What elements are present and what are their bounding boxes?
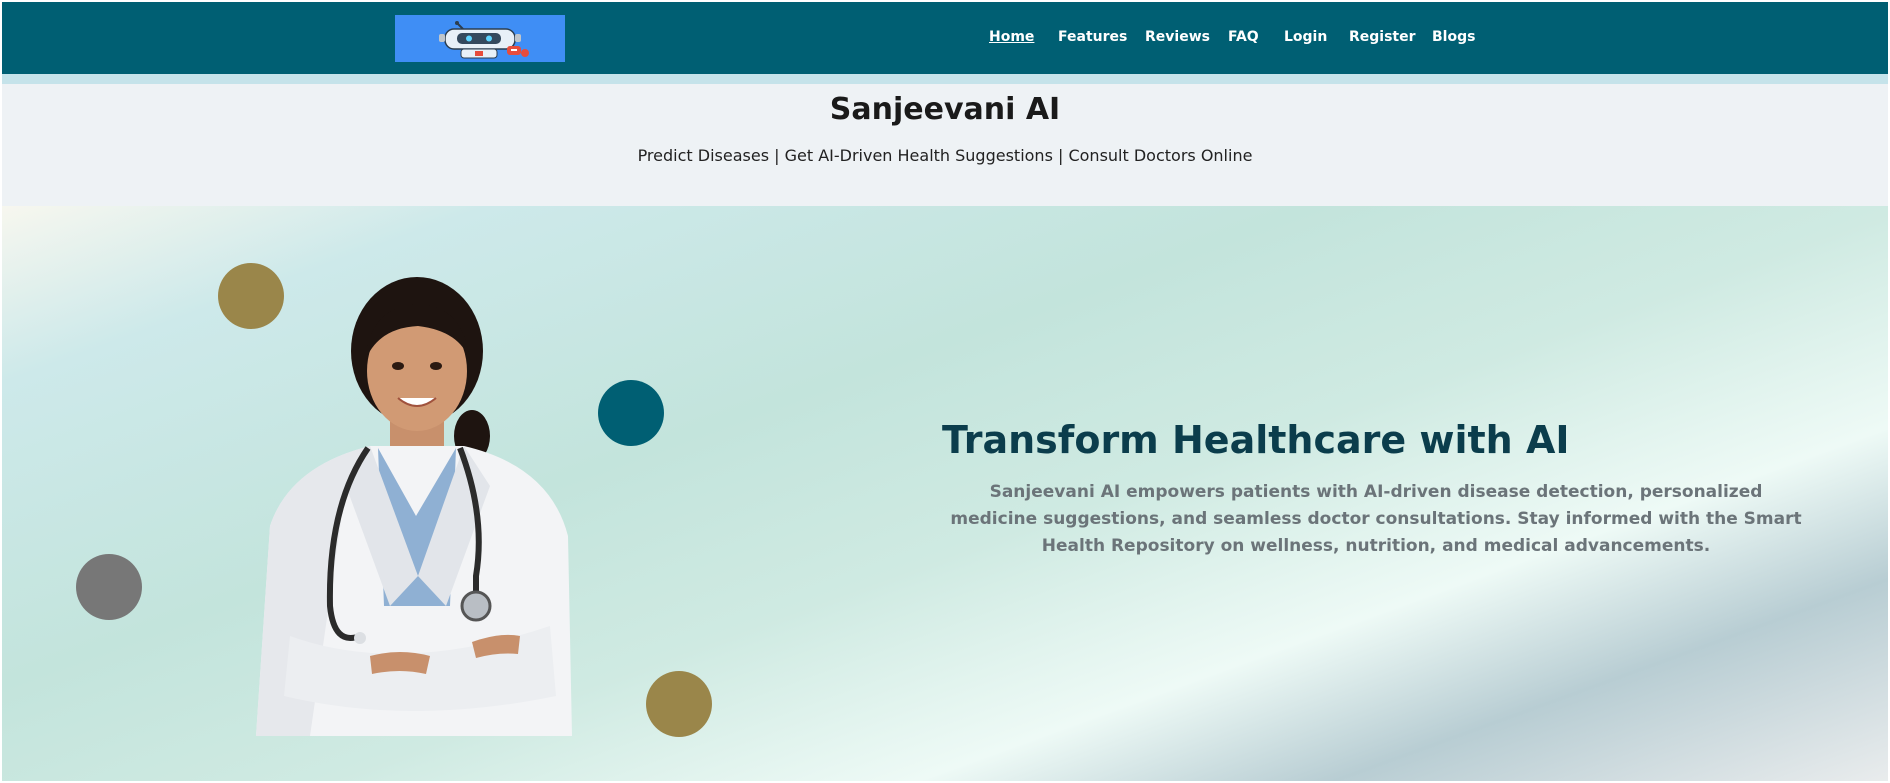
site-tagline: Predict Diseases | Get AI-Driven Health …: [637, 146, 1253, 165]
nav-register[interactable]: Register: [1349, 29, 1416, 45]
hero-section: Transform Healthcare with AI Sanjeevani …: [2, 206, 1888, 781]
site-title: Sanjeevani AI: [829, 92, 1061, 127]
decor-circle-gray: [76, 554, 142, 620]
nav-home[interactable]: Home: [989, 29, 1034, 45]
hero-title: Transform Healthcare with AI: [942, 418, 1570, 462]
top-navbar: Home Features Reviews FAQ Login Register…: [2, 2, 1888, 74]
site-header: Sanjeevani AI Predict Diseases | Get AI-…: [2, 84, 1888, 206]
decor-circle-teal: [598, 380, 664, 446]
nav-reviews[interactable]: Reviews: [1145, 29, 1210, 45]
doctor-image: [250, 276, 582, 736]
nav-login[interactable]: Login: [1284, 29, 1327, 45]
nav-features[interactable]: Features: [1058, 29, 1127, 45]
nav-links: Home Features Reviews FAQ Login Register…: [2, 2, 1888, 74]
nav-faq[interactable]: FAQ: [1228, 29, 1259, 45]
nav-blogs[interactable]: Blogs: [1432, 29, 1475, 45]
decor-circle-gold-bottom: [646, 671, 712, 737]
page-frame: Home Features Reviews FAQ Login Register…: [2, 2, 1888, 781]
hero-description: Sanjeevani AI empowers patients with AI-…: [950, 482, 1802, 556]
navbar-divider: [2, 74, 1888, 84]
